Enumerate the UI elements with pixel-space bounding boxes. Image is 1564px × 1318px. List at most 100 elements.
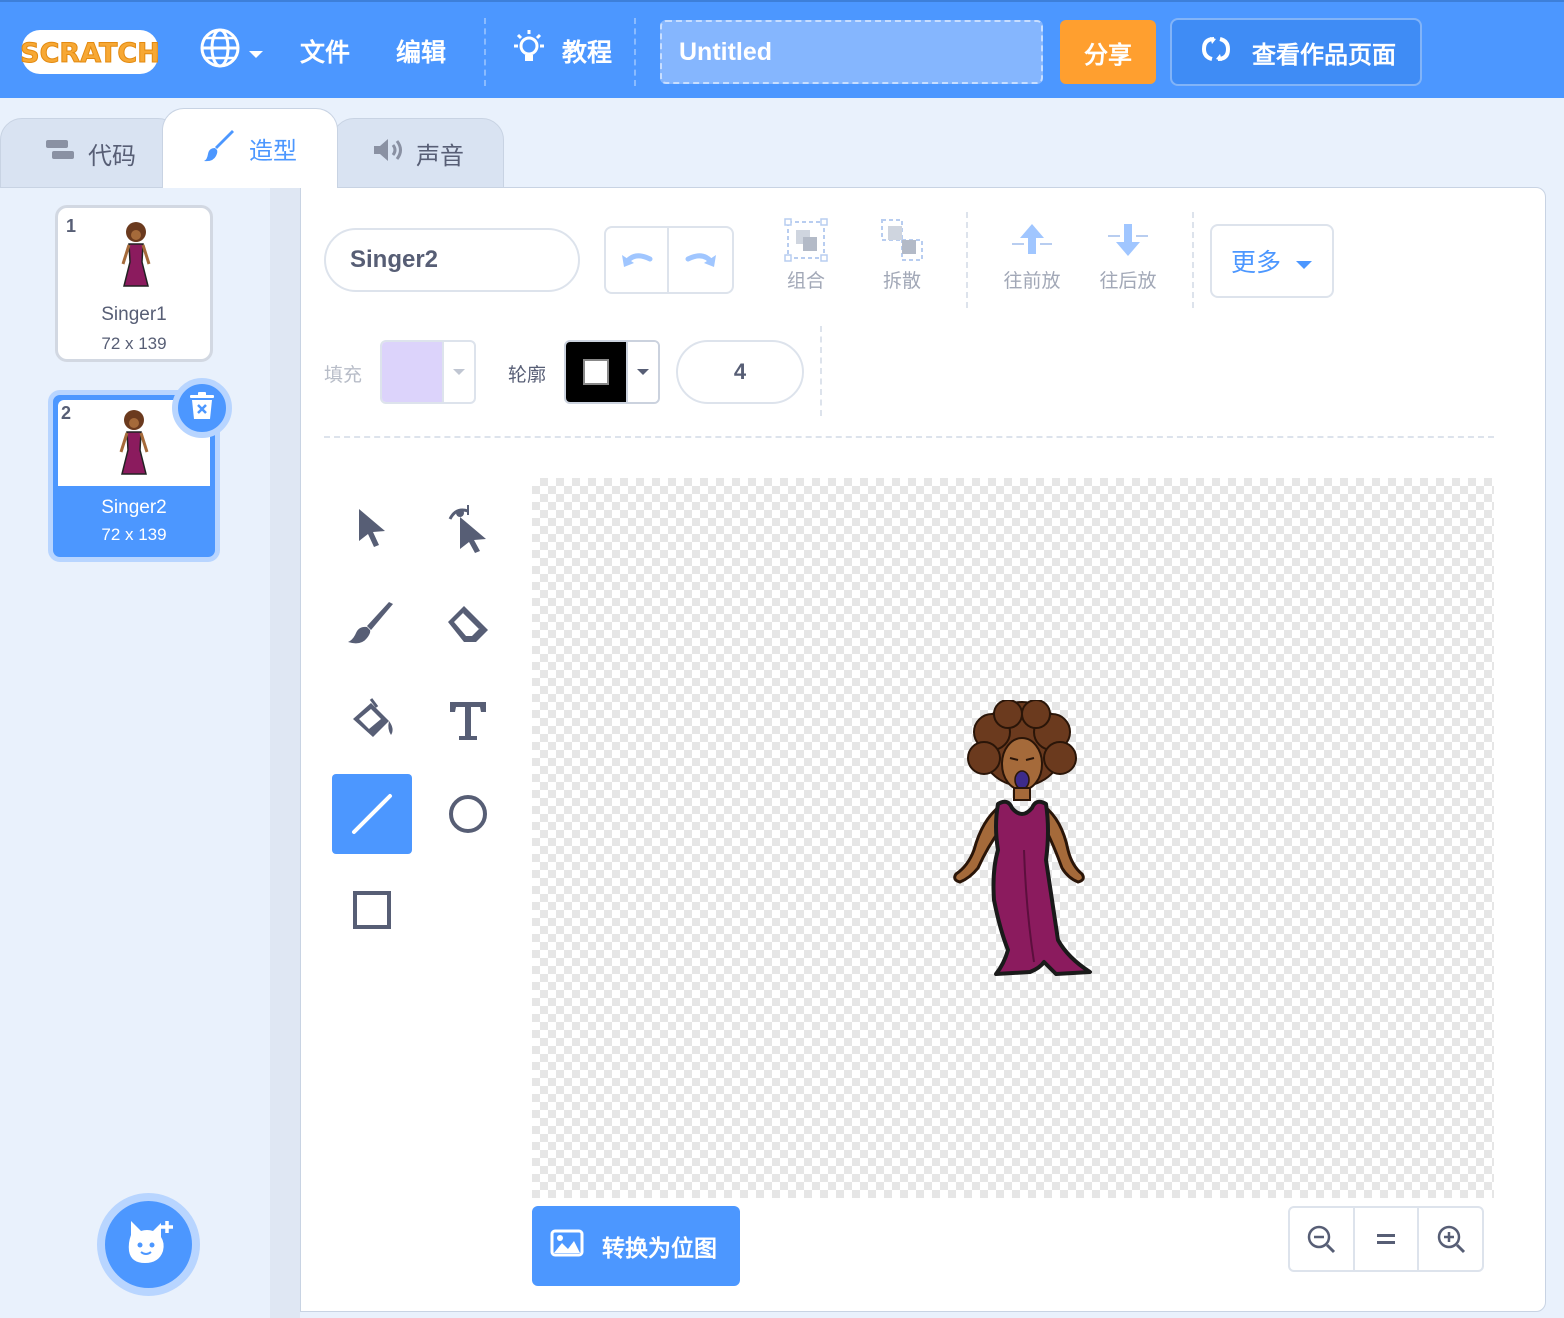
tab-code[interactable]: 代码 [0,118,180,188]
chevron-down-icon [248,37,264,66]
outline-color-picker[interactable] [564,340,660,404]
fill-color-swatch [382,342,444,402]
redo-button[interactable] [669,228,732,292]
forward-button[interactable]: 往前放 [992,218,1072,293]
costume-name-input[interactable]: Singer2 [324,228,580,292]
lightbulb-icon [510,28,548,74]
ungroup-label: 拆散 [882,270,921,292]
reshape-tool[interactable] [428,488,508,568]
costume-size: 72 x 139 [101,525,167,544]
text-t-icon [450,702,486,740]
outline-color-swatch [566,342,628,402]
choose-costume-button[interactable] [97,1193,200,1296]
tab-sounds-label: 声音 [416,141,464,170]
tab-costumes[interactable]: 造型 [162,108,338,188]
scratch-logo[interactable]: SCRATCH [20,26,160,78]
stroke-width-input[interactable]: 4 [676,340,804,404]
fill-dropdown[interactable] [444,342,474,402]
group-button[interactable]: 组合 [766,218,846,293]
undo-button[interactable] [606,228,670,292]
menu-bar: SCRATCH 文件 编辑 教程 Untitled 分享 查看作品页面 [0,0,1564,98]
ungroup-button[interactable]: 拆散 [862,218,942,293]
chevron-down-icon [637,369,649,375]
more-menu-button[interactable]: 更多 [1210,224,1334,298]
convert-to-bitmap-label: 转换为位图 [602,1236,717,1262]
costume-size: 72 x 139 [101,334,167,353]
undo-icon [620,247,654,274]
eraser-tool[interactable] [428,584,508,664]
more-label: 更多 [1230,248,1281,277]
tab-sounds[interactable]: 声音 [332,118,504,188]
cat-plus-icon [125,1219,173,1270]
rectangle-icon [353,891,391,929]
speaker-icon [372,136,406,170]
circle-tool[interactable] [428,774,508,854]
reshape-icon [448,505,486,553]
tab-costumes-label: 造型 [249,137,297,165]
project-title-input[interactable]: Untitled [660,20,1043,84]
paint-bucket-icon [353,698,393,737]
outline-dropdown[interactable] [628,342,658,402]
trash-icon [189,391,215,425]
svg-text:SCRATCH: SCRATCH [20,38,160,69]
group-label: 组合 [786,270,825,292]
zoom-in-icon [1437,1225,1465,1254]
toolbar-separator [324,436,1494,438]
circle-icon [449,795,487,833]
costume-number: 2 [61,403,72,423]
chevron-down-icon [1295,247,1313,276]
fill-label: 填充 [324,364,363,386]
zoom-reset-icon [1377,1234,1395,1244]
code-icon [44,138,76,168]
brush-tool[interactable] [332,584,412,664]
paint-canvas[interactable] [532,478,1494,1198]
toolbar-divider [966,212,968,308]
zoom-in-button[interactable] [1417,1208,1482,1270]
select-arrow-icon [359,509,385,547]
delete-costume-button[interactable] [172,378,232,438]
rectangle-tool[interactable] [332,870,412,950]
undo-redo-group [604,226,734,294]
ungroup-icon [881,219,923,261]
backward-button[interactable]: 往后放 [1088,218,1168,293]
line-icon [352,794,392,834]
toolbar-divider [1192,212,1194,308]
fill-color-picker[interactable] [380,340,476,404]
fill-tool[interactable] [332,680,412,760]
share-button[interactable]: 分享 [1060,20,1156,84]
backward-label: 往后放 [1099,270,1157,292]
forward-label: 往前放 [1003,270,1061,292]
singer-sprite [953,700,1092,976]
globe-icon [198,26,242,76]
line-tool[interactable] [332,774,412,854]
project-page-icon [1200,35,1232,69]
send-backward-icon [1108,224,1148,256]
zoom-out-icon [1308,1225,1336,1254]
see-project-page-button[interactable]: 查看作品页面 [1170,18,1422,86]
convert-to-bitmap-button[interactable]: 转换为位图 [532,1206,740,1286]
costume-item[interactable]: 1 Singer1 72 x 139 [55,205,213,362]
see-project-page-label: 查看作品页面 [1252,40,1396,69]
costume-name: Singer1 [101,304,167,325]
chevron-down-icon [453,369,465,375]
brush-icon [203,129,237,169]
file-menu[interactable]: 文件 [300,2,350,100]
zoom-out-button[interactable] [1290,1208,1353,1270]
edit-menu[interactable]: 编辑 [396,2,446,100]
text-tool[interactable] [428,680,508,760]
menu-divider [484,18,486,86]
brush-icon [348,602,393,644]
toolbar-divider [820,326,822,416]
group-icon [784,218,828,262]
costume-name: Singer2 [101,497,167,518]
tab-code-label: 代码 [88,141,136,170]
zoom-reset-button[interactable] [1352,1208,1418,1270]
menu-divider [634,18,636,86]
image-icon [550,1229,584,1263]
redo-icon [684,247,718,274]
language-menu[interactable] [198,2,264,100]
select-tool[interactable] [332,488,412,568]
tutorials-menu[interactable]: 教程 [510,2,612,100]
costume-thumbnail [121,222,151,287]
costume-number: 1 [66,216,77,236]
